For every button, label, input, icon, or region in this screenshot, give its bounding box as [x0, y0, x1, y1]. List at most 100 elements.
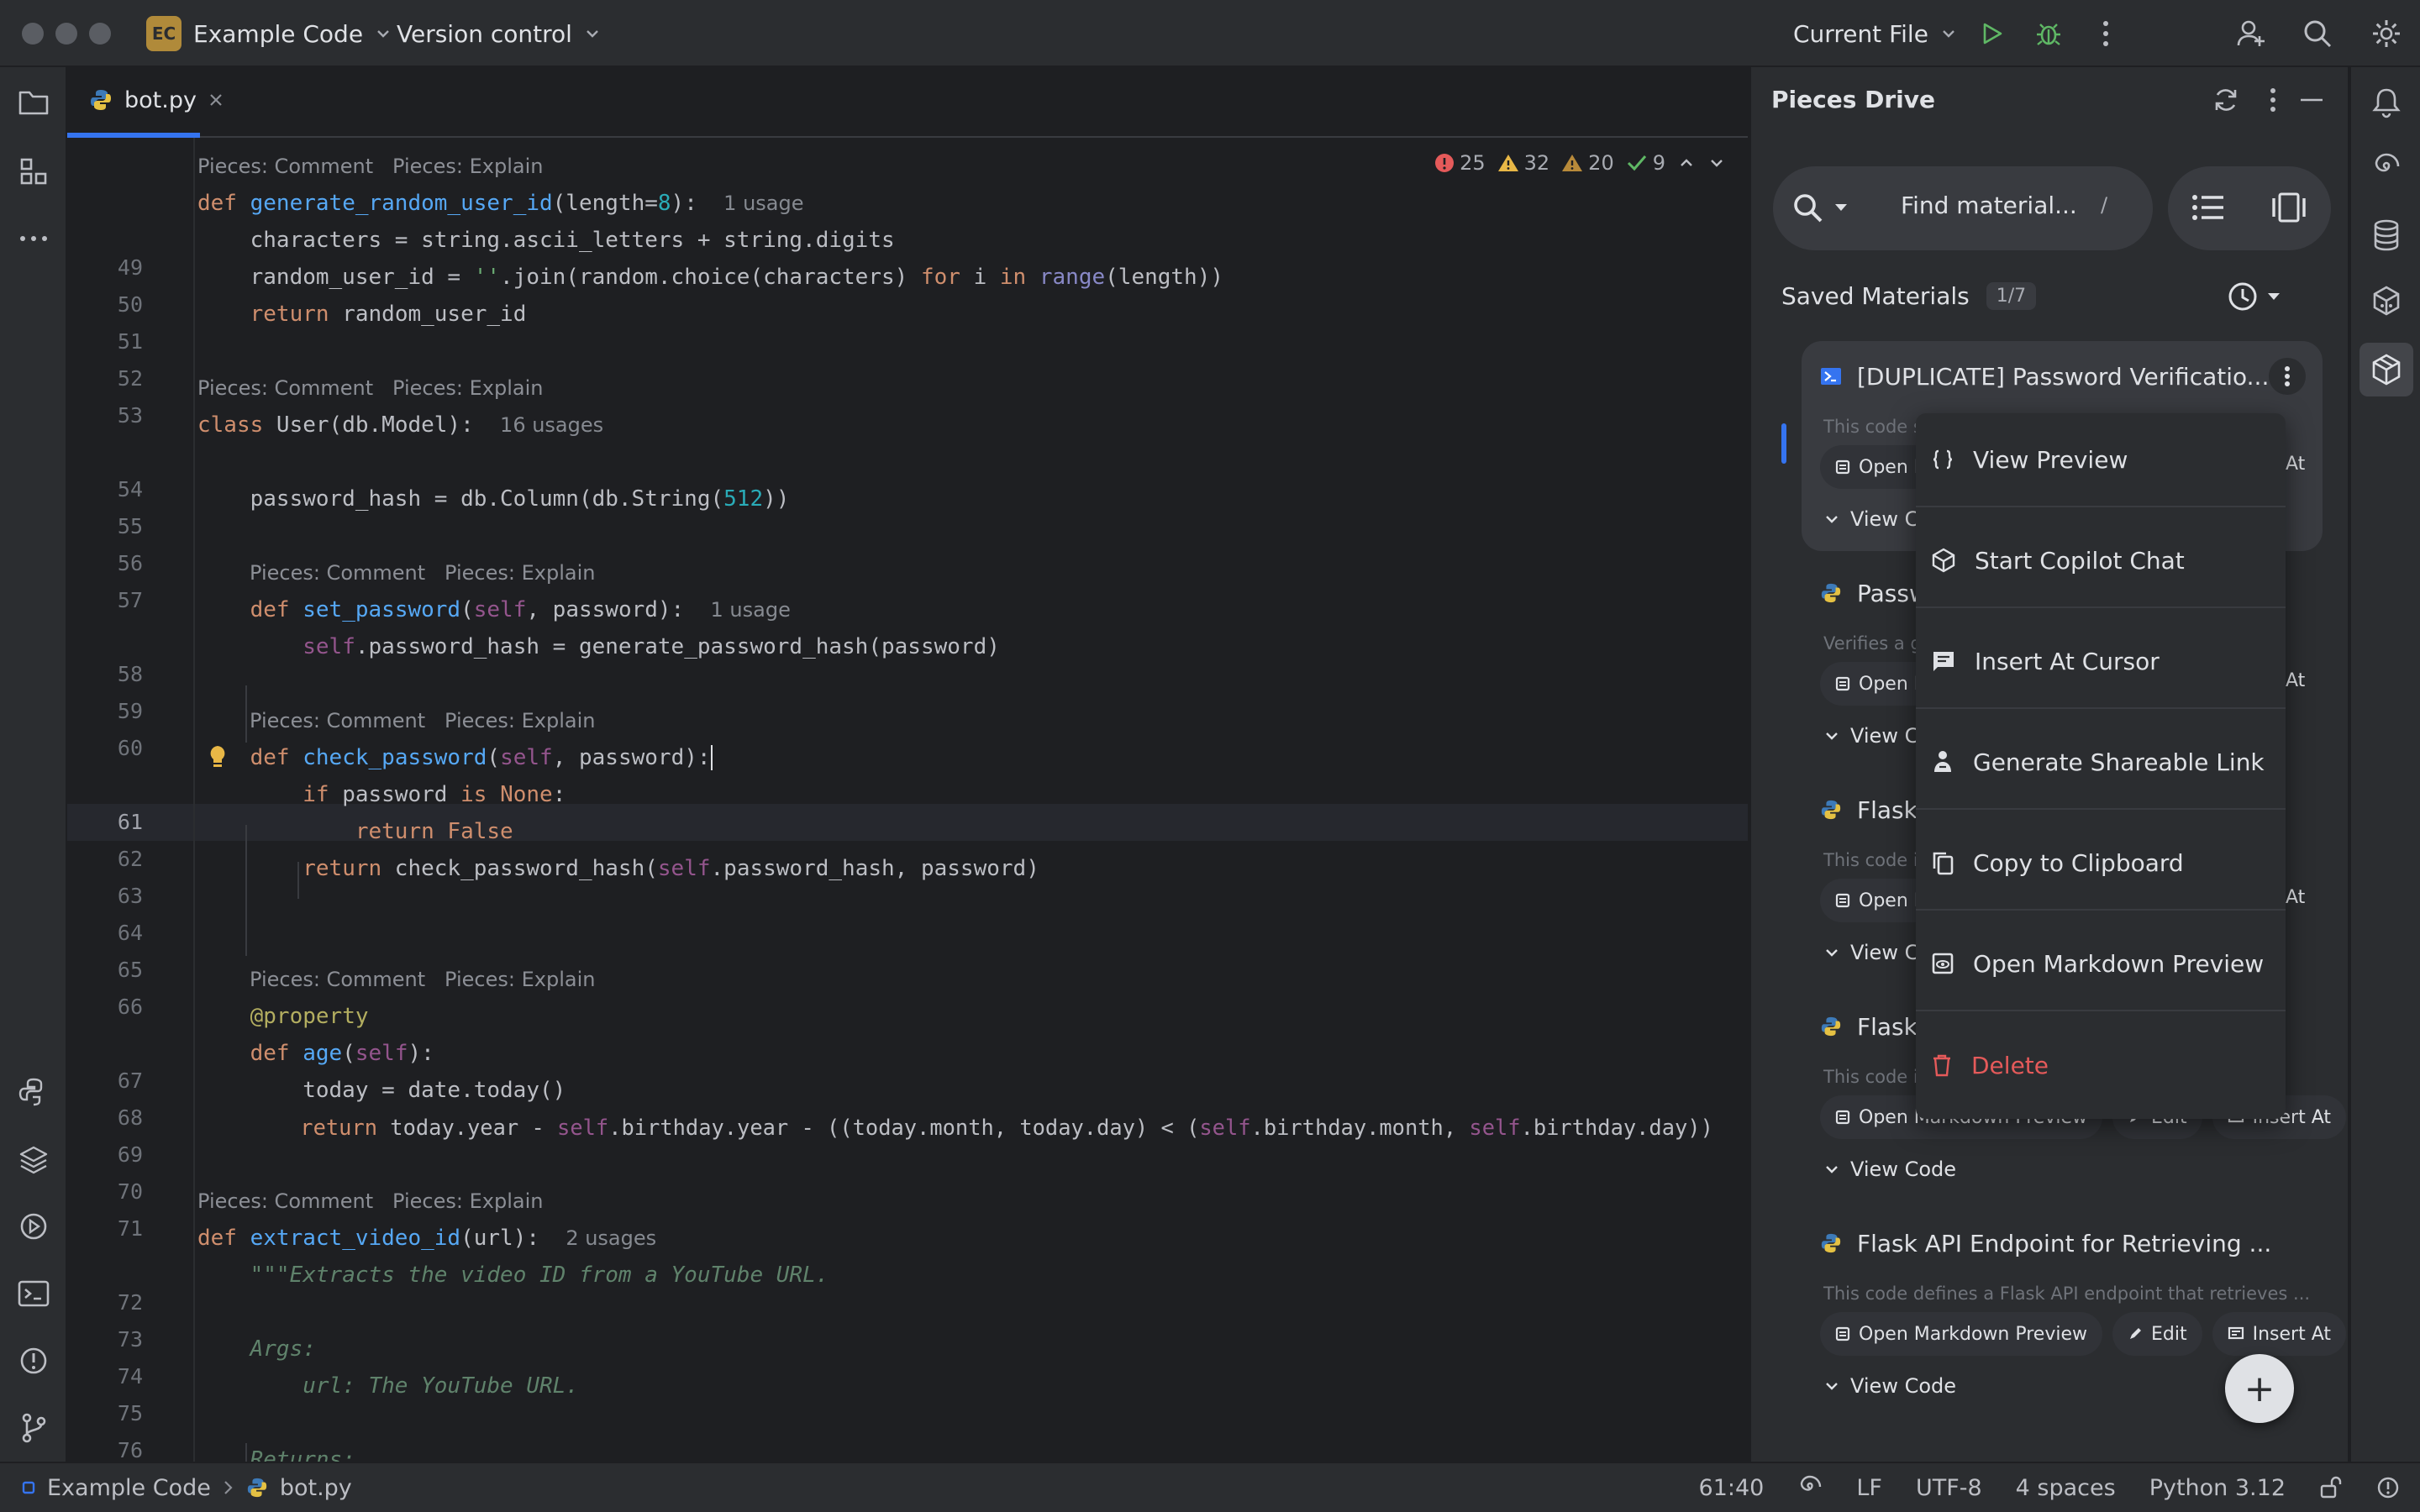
- menu-item-generate-shareable-link[interactable]: Generate Shareable Link: [1916, 716, 2286, 810]
- material-title[interactable]: [DUPLICATE] Password Verificatio...: [1820, 360, 2269, 393]
- code-line[interactable]: Args:: [197, 1331, 316, 1368]
- view-code-toggle[interactable]: View Code: [1825, 1369, 1956, 1403]
- minimize-panel-icon[interactable]: [2299, 97, 2324, 102]
- material-title[interactable]: Passw: [1820, 576, 1928, 610]
- debug-icon[interactable]: [2030, 15, 2067, 52]
- project-selector[interactable]: EC Example Code: [146, 15, 392, 52]
- terminal-icon[interactable]: [15, 1275, 52, 1312]
- code-line[interactable]: @property: [197, 998, 369, 1035]
- line-separator[interactable]: LF: [1856, 1475, 1882, 1501]
- layers-icon[interactable]: [15, 1141, 52, 1178]
- search-input[interactable]: Find material...: [1901, 192, 2077, 219]
- code-line[interactable]: def age(self):: [197, 1035, 434, 1072]
- code-line[interactable]: random_user_id = ''.join(random.choice(c…: [197, 259, 1223, 296]
- run-icon[interactable]: [1973, 15, 2010, 52]
- insert-at-button[interactable]: Insert At: [2212, 1312, 2346, 1356]
- code-lens[interactable]: Pieces: Comment Pieces: Explain: [250, 554, 595, 591]
- code-line[interactable]: def extract_video_id(url): 2 usages: [197, 1220, 656, 1257]
- minimize-window-button[interactable]: [55, 23, 77, 45]
- code-lens[interactable]: Pieces: Comment Pieces: Explain: [250, 702, 595, 739]
- code-lens[interactable]: Pieces: Comment Pieces: Explain: [197, 1183, 543, 1220]
- insert-at-button[interactable]: At: [2286, 454, 2305, 475]
- database-icon[interactable]: [2368, 217, 2405, 254]
- add-user-icon[interactable]: [2233, 15, 2270, 52]
- code-line[interactable]: return check_password_hash(self.password…: [197, 850, 1039, 887]
- python-interpreter[interactable]: Python 3.12: [2149, 1475, 2286, 1501]
- ai-status-icon[interactable]: [1797, 1475, 1823, 1500]
- material-title[interactable]: Flask: [1820, 1010, 1918, 1043]
- file-encoding[interactable]: UTF-8: [1916, 1475, 1982, 1501]
- next-highlight-icon[interactable]: [1707, 154, 1726, 172]
- close-window-button[interactable]: [22, 23, 44, 45]
- settings-gear-icon[interactable]: [2368, 15, 2405, 52]
- menu-item-view-preview[interactable]: View Preview: [1916, 413, 2286, 507]
- code-line[interactable]: return random_user_id: [197, 296, 527, 333]
- git-branch-icon[interactable]: [15, 1410, 52, 1446]
- insert-at-button[interactable]: At: [2286, 887, 2305, 908]
- inspection-widget[interactable]: 25 32 20 9: [1434, 144, 1726, 181]
- card-menu-icon[interactable]: [2269, 358, 2306, 395]
- python-console-icon[interactable]: [15, 1074, 52, 1110]
- previous-highlight-icon[interactable]: [1677, 154, 1696, 172]
- code-line[interactable]: return today.year - self.birthday.year -…: [197, 1109, 1713, 1146]
- indent-setting[interactable]: 4 spaces: [2016, 1475, 2116, 1501]
- pieces-drive-tool-button[interactable]: [2360, 343, 2413, 396]
- code-lens[interactable]: Pieces: Comment Pieces: Explain: [250, 961, 595, 998]
- code-line[interactable]: def generate_random_user_id(length=8): 1…: [197, 185, 804, 222]
- menu-item-start-copilot-chat[interactable]: Start Copilot Chat: [1916, 514, 2286, 608]
- code-line[interactable]: today = date.today(): [197, 1072, 566, 1109]
- code-line[interactable]: url: The YouTube URL.: [197, 1368, 579, 1404]
- menu-item-delete[interactable]: Delete: [1916, 1018, 2286, 1112]
- insert-at-button[interactable]: At: [2286, 670, 2305, 691]
- version-control-menu[interactable]: Version control: [397, 15, 601, 52]
- refresh-icon[interactable]: [2212, 86, 2240, 114]
- chevron-down-icon[interactable]: [1833, 202, 1849, 213]
- open-markdown-preview-button[interactable]: Open Markdown Preview: [1820, 1312, 2102, 1356]
- material-title[interactable]: Flask API Endpoint for Retrieving ...: [1820, 1226, 2271, 1260]
- list-view-icon[interactable]: [2191, 193, 2225, 222]
- code-line[interactable]: password_hash = db.Column(db.String(512)…: [197, 480, 790, 517]
- problems-icon[interactable]: [15, 1342, 52, 1379]
- code-line[interactable]: self.password_hash = generate_password_h…: [197, 628, 1000, 665]
- gallery-view-icon[interactable]: [2270, 192, 2307, 223]
- code-line[interactable]: characters = string.ascii_letters + stri…: [197, 222, 895, 259]
- readonly-lock-icon[interactable]: [2319, 1476, 2343, 1499]
- line-number: 49: [117, 255, 143, 280]
- problems-status-icon[interactable]: [2376, 1476, 2400, 1499]
- code-line[interactable]: class User(db.Model): 16 usages: [197, 407, 603, 444]
- code-lens[interactable]: Pieces: Comment Pieces: Explain: [197, 370, 543, 407]
- menu-item-copy-to-clipboard[interactable]: Copy to Clipboard: [1916, 816, 2286, 911]
- search-icon[interactable]: [2299, 15, 2336, 52]
- search-box[interactable]: Find material... /: [1773, 166, 2153, 250]
- structure-icon[interactable]: [15, 153, 52, 190]
- menu-item-open-markdown-preview[interactable]: Open Markdown Preview: [1916, 917, 2286, 1011]
- menu-item-insert-at-cursor[interactable]: Insert At Cursor: [1916, 615, 2286, 709]
- panel-options-icon[interactable]: [2269, 86, 2277, 114]
- caret-position[interactable]: 61:40: [1699, 1475, 1765, 1501]
- folder-icon[interactable]: [15, 84, 52, 121]
- close-icon[interactable]: [208, 92, 224, 108]
- run-configuration-selector[interactable]: Current File: [1793, 15, 1957, 52]
- view-code-toggle[interactable]: View Code: [1825, 1152, 1956, 1186]
- services-icon[interactable]: [15, 1208, 52, 1245]
- ai-assistant-spiral-icon[interactable]: [2368, 150, 2405, 186]
- code-line[interactable]: def set_password(self, password): 1 usag…: [197, 591, 791, 628]
- notifications-bell-icon[interactable]: [2368, 84, 2405, 121]
- breadcrumb-project[interactable]: Example Code: [47, 1475, 211, 1501]
- code-line[interactable]: """Extracts the video ID from a YouTube …: [197, 1257, 829, 1294]
- tab-bot-py[interactable]: bot.py: [67, 67, 222, 138]
- edit-button[interactable]: Edit: [2112, 1312, 2202, 1356]
- pieces-copilot-icon[interactable]: [2368, 282, 2405, 319]
- zoom-window-button[interactable]: [89, 23, 111, 45]
- code-line[interactable]: return False: [197, 813, 513, 850]
- search-icon[interactable]: [1791, 192, 1825, 225]
- code-lens[interactable]: Pieces: Comment Pieces: Explain: [197, 148, 543, 185]
- material-title[interactable]: Flask: [1820, 793, 1918, 827]
- more-actions-icon[interactable]: [2087, 15, 2124, 52]
- breadcrumb-file[interactable]: bot.py: [280, 1475, 352, 1501]
- add-material-button[interactable]: +: [2225, 1354, 2294, 1423]
- code-line-current[interactable]: def check_password(self, password):: [197, 739, 713, 776]
- code-line[interactable]: if password is None:: [197, 776, 566, 813]
- sort-history-icon[interactable]: [2227, 281, 2281, 312]
- more-tools-icon[interactable]: [15, 220, 52, 257]
